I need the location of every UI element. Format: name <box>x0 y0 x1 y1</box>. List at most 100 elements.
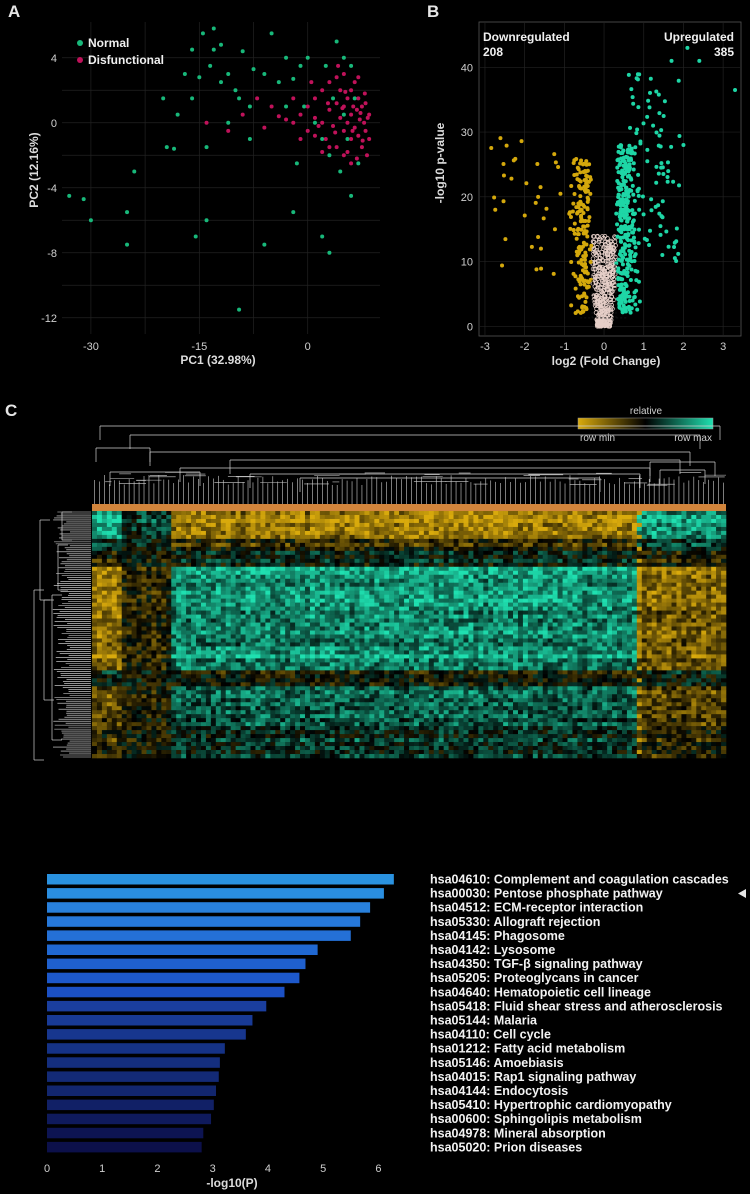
heatmap-cell <box>364 546 370 552</box>
volcano-point-down <box>587 162 592 167</box>
heatmap-cell <box>711 574 717 580</box>
heatmap-cell <box>126 538 132 544</box>
volcano-point-up <box>625 266 630 271</box>
heatmap-cell <box>513 514 519 520</box>
heatmap-cell <box>453 614 459 619</box>
heatmap-cell <box>290 594 296 599</box>
heatmap-cell <box>260 578 266 584</box>
heatmap-cell <box>196 511 202 516</box>
heatmap-cell <box>334 550 340 556</box>
heatmap-cell <box>547 566 553 572</box>
heatmap-cell <box>136 534 142 540</box>
heatmap-cell <box>324 574 331 580</box>
heatmap-cell <box>706 550 712 556</box>
heatmap-cell <box>96 598 103 603</box>
heatmap-cell <box>205 526 212 532</box>
heatmap-cell <box>661 534 667 540</box>
heatmap-cell <box>205 566 212 572</box>
pca-point-disfunctional <box>367 137 372 141</box>
heatmap-cell <box>215 594 222 599</box>
heatmap-cell <box>656 530 662 536</box>
heatmap-cell <box>329 511 335 516</box>
heatmap-cell <box>488 614 494 619</box>
heatmap-cell <box>656 558 662 564</box>
heatmap-cell <box>691 526 697 532</box>
heatmap-cell <box>136 610 142 615</box>
pca-point-normal <box>237 307 242 312</box>
heatmap-cell <box>636 554 643 560</box>
heatmap-cell <box>295 590 301 595</box>
heatmap-cell <box>151 511 157 516</box>
heatmap-cell <box>706 586 712 591</box>
heatmap-cell <box>389 610 395 615</box>
heatmap-cell <box>151 590 157 595</box>
heatmap-cell <box>270 538 276 544</box>
volcano-point-down <box>572 231 577 236</box>
heatmap-cell <box>413 594 420 599</box>
heatmap-cell <box>151 610 157 615</box>
heatmap-cell <box>240 594 246 599</box>
heatmap-cell <box>483 511 489 516</box>
heatmap-cell <box>681 614 687 619</box>
heatmap-cell <box>230 518 236 524</box>
heatmap-cell <box>225 582 231 587</box>
volcano-point-down <box>576 205 581 210</box>
heatmap-cell <box>166 606 172 611</box>
heatmap-cell <box>532 590 539 595</box>
heatmap-cell <box>146 578 152 584</box>
heatmap-cell <box>161 526 167 532</box>
volcano-point-up <box>621 193 626 198</box>
heatmap-cell <box>364 562 370 568</box>
heatmap-cell <box>136 558 142 564</box>
heatmap-cell <box>448 602 454 607</box>
volcano-point-up <box>630 183 635 188</box>
heatmap-cell <box>344 566 350 572</box>
heatmap-cell <box>423 550 430 556</box>
heatmap-cell <box>418 586 425 591</box>
heatmap-cell <box>136 618 142 623</box>
heatmap-cell <box>354 574 360 580</box>
heatmap-cell <box>111 550 118 556</box>
heatmap-cell <box>171 570 177 576</box>
heatmap-cell <box>453 578 459 584</box>
heatmap-cell <box>295 614 301 619</box>
heatmap-cell <box>671 546 677 552</box>
heatmap-cell <box>646 558 652 564</box>
heatmap-cell <box>176 511 182 516</box>
heatmap-cell <box>319 566 326 572</box>
volcano-point-up <box>677 183 682 188</box>
heatmap-cell <box>721 574 727 580</box>
heatmap-cell <box>304 614 311 619</box>
heatmap-cell <box>146 530 152 536</box>
pca-point-disfunctional <box>334 75 339 80</box>
heatmap-cell <box>686 610 692 615</box>
heatmap-cell <box>602 558 608 564</box>
heatmap-cell <box>369 514 375 520</box>
pca-y-tick: 4 <box>51 53 57 65</box>
heatmap-cell <box>409 554 415 560</box>
heatmap-cell <box>641 546 648 552</box>
heatmap-cell <box>483 550 489 556</box>
heatmap-cell <box>304 558 311 564</box>
volcano-point-down <box>581 231 586 236</box>
heatmap-cell <box>359 598 365 603</box>
heatmap-cell <box>641 594 648 599</box>
volcano-point-up <box>674 258 679 263</box>
heatmap-cell <box>245 602 251 607</box>
heatmap-cell <box>205 534 212 540</box>
heatmap-cell <box>295 570 301 576</box>
heatmap-cell <box>567 594 573 599</box>
heatmap-cell <box>126 594 132 599</box>
heatmap-cell <box>557 594 563 599</box>
pca-point-disfunctional <box>320 150 325 154</box>
heatmap-cell <box>626 570 633 576</box>
heatmap-cell <box>304 518 311 524</box>
heatmap-cell <box>503 530 509 536</box>
heatmap-cell <box>290 542 296 548</box>
heatmap-cell <box>319 570 326 576</box>
heatmap-cell <box>146 570 152 576</box>
heatmap-cell <box>161 518 167 524</box>
pca-point-disfunctional <box>320 120 325 125</box>
heatmap-cell <box>418 610 425 615</box>
heatmap-cell <box>691 594 697 599</box>
